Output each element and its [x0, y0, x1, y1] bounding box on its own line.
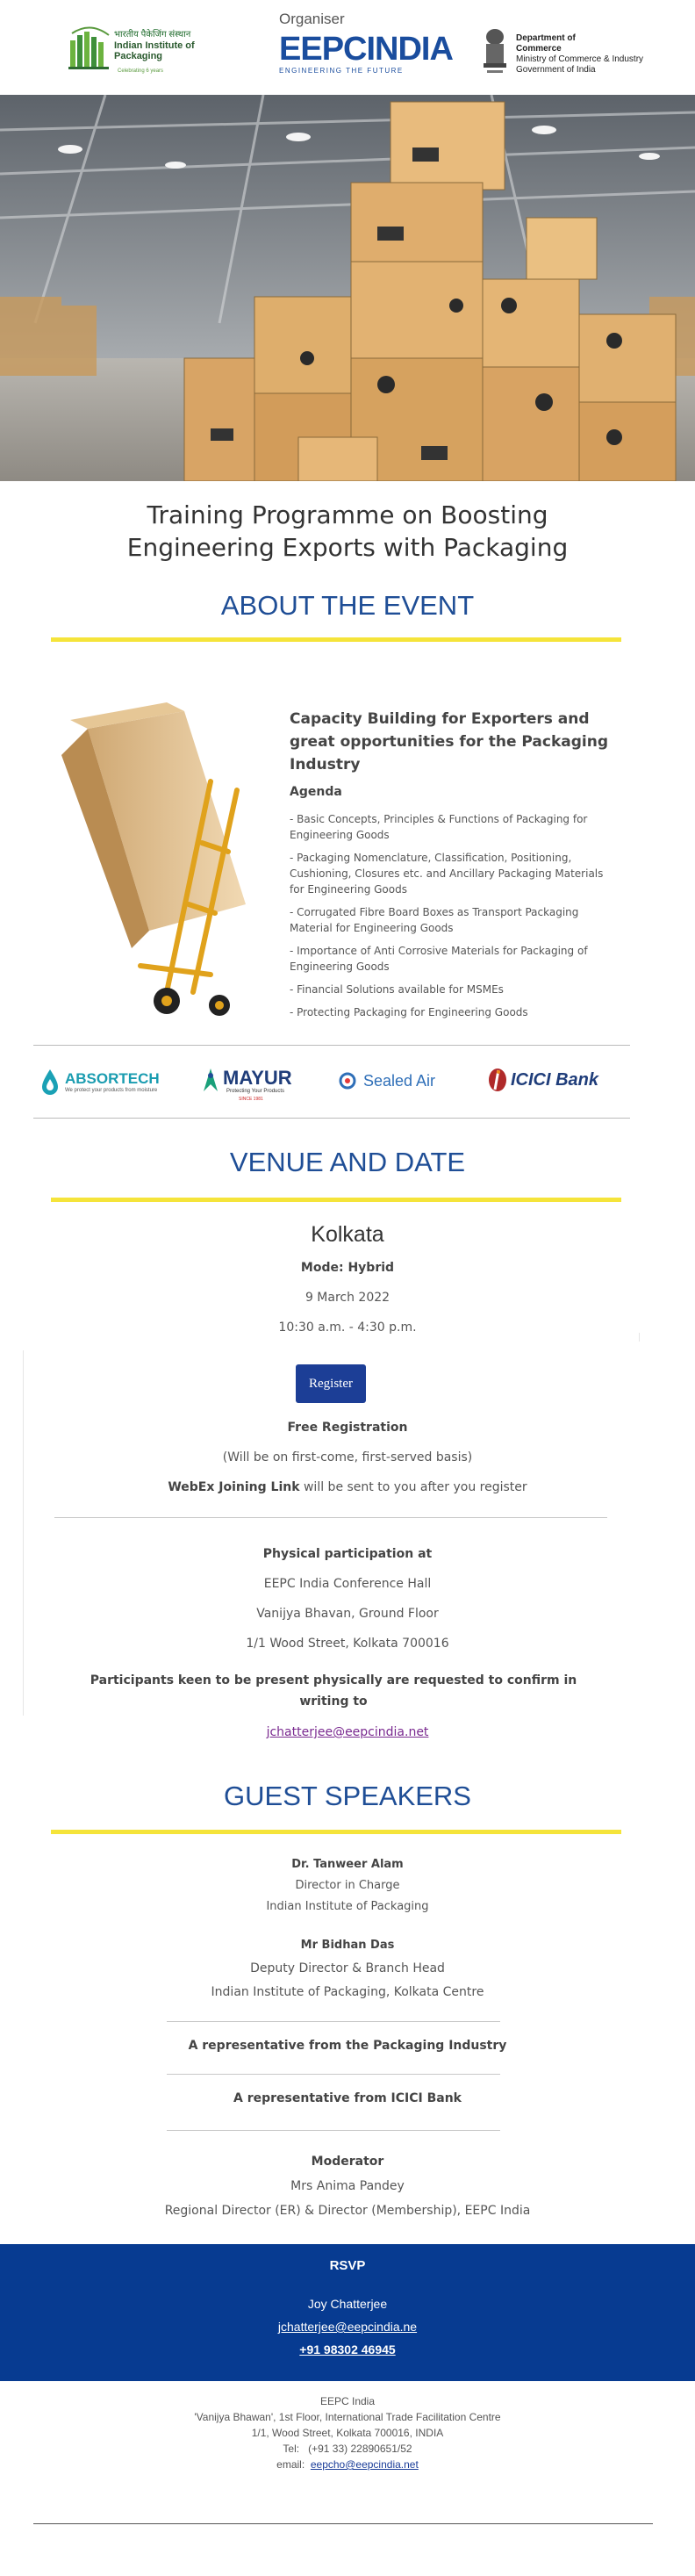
venue-address-3: 1/1 Wood Street, Kolkata 700016 — [246, 1637, 449, 1651]
first-come-note: (Will be on first-come, first-served bas… — [222, 1450, 473, 1464]
physical-label: Physical participation at — [262, 1547, 433, 1561]
speakers-heading: GUEST SPEAKERS — [224, 1781, 471, 1811]
webex-note: WebEx Joining Link will be sent to you a… — [168, 1480, 527, 1494]
venue-address-2: Vanijya Bhavan, Ground Floor — [256, 1607, 439, 1621]
footer-email: email: eepcho@eepcindia.net — [276, 2458, 419, 2471]
agenda-item: - Importance of Anti Corrosive Materials… — [290, 945, 588, 973]
rsvp-title: RSVP — [329, 2258, 366, 2273]
venue-date: 9 March 2022 — [305, 1291, 390, 1305]
venue-city: Kolkata — [311, 1222, 384, 1247]
confirm-email-link[interactable]: jchatterjee@eepcindia.net — [267, 1725, 429, 1739]
national-emblem-icon — [484, 29, 506, 73]
icici-icon — [489, 1069, 506, 1091]
water-drop-icon — [42, 1069, 58, 1095]
iip-text: भारतीय पैकेजिंग संस्थान Indian Institute… — [114, 30, 195, 61]
department-text: Department of Commerce Ministry of Comme… — [516, 33, 644, 75]
about-subheading: Capacity Building for Exporters and grea… — [290, 710, 609, 774]
venue-mode: Mode: Hybrid — [300, 1261, 395, 1275]
eepc-logo: EEPCINDIA ENGINEERING THE FUTURE — [279, 31, 454, 75]
agenda-item: - Corrugated Fibre Board Boxes as Transp… — [290, 906, 579, 934]
iip-tagline: Celebrating 6 years — [118, 68, 164, 74]
footer-address-1: 'Vanijya Bhawan', 1st Floor, Internation… — [194, 2411, 501, 2423]
header-logos: भारतीय पैकेजिंग संस्थान Indian Institute… — [0, 0, 695, 95]
rsvp-phone-link[interactable]: +91 98302 46945 — [0, 2342, 695, 2357]
speaker-icici-rep: A representative from ICICI Bank — [233, 2091, 462, 2105]
box-on-hand-truck-image — [35, 702, 272, 1027]
footer-tel: Tel: (+91 33) 22890651/52 — [283, 2443, 412, 2455]
sealed-air-logo: Sealed Air — [337, 1061, 469, 1102]
hand-truck-illustration — [61, 702, 246, 1016]
speaker-tanweer-alam: Dr. Tanweer Alam Director in Charge Indi… — [266, 1858, 429, 1913]
rsvp-email-link[interactable]: jchatterjee@eepcindia.ne — [0, 2320, 695, 2334]
venue-left-border — [23, 1350, 24, 1716]
agenda-item: - Basic Concepts, Principles & Functions… — [290, 813, 588, 841]
iip-logo: भारतीय पैकेजिंग संस्थान Indian Institute… — [68, 25, 226, 77]
sponsor-logos: ABSORTECH We protect your products from … — [33, 1045, 630, 1119]
peacock-icon — [204, 1069, 218, 1091]
organiser-label: Organiser — [279, 11, 345, 27]
footer-email-link[interactable]: eepcho@eepcindia.net — [311, 2458, 419, 2471]
speaker-bidhan-das: Mr Bidhan Das Deputy Director & Branch H… — [211, 1939, 484, 1999]
sealed-air-icon — [339, 1072, 356, 1090]
about-heading: ABOUT THE EVENT — [220, 590, 475, 621]
absortech-logo: ABSORTECH We protect your products from … — [40, 1061, 168, 1102]
speaker-packaging-rep: A representative from the Packaging Indu… — [188, 2039, 507, 2053]
moderator: Moderator Mrs Anima Pandey Regional Dire… — [164, 2155, 531, 2218]
agenda-item: - Packaging Nomenclature, Classification… — [290, 852, 604, 896]
register-button[interactable]: Register — [296, 1364, 366, 1403]
speaker-separator — [167, 2130, 500, 2131]
agenda-label: Agenda — [290, 785, 342, 799]
footer-address-2: 1/1, Wood Street, Kolkata 700016, INDIA — [251, 2427, 444, 2439]
speakers-divider — [51, 1830, 621, 1834]
about-content: Capacity Building for Exporters and grea… — [290, 708, 614, 1027]
hero-warehouse-boxes-image — [0, 95, 695, 481]
venue-time: 10:30 a.m. - 4:30 p.m. — [278, 1320, 417, 1335]
venue-heading: VENUE AND DATE — [229, 1147, 466, 1177]
agenda-list: - Basic Concepts, Principles & Functions… — [290, 811, 614, 1020]
department-of-commerce-logo: Department of Commerce Ministry of Comme… — [479, 26, 646, 79]
warehouse-boxes-illustration — [0, 95, 695, 481]
iip-emblem-icon — [68, 26, 110, 69]
page-title: Training Programme on Boosting Engineeri… — [126, 500, 569, 562]
speaker-separator — [167, 2074, 500, 2075]
footer-org: EEPC India — [319, 2395, 376, 2407]
venue-divider — [51, 1198, 621, 1202]
footer-divider — [33, 2523, 653, 2524]
venue-separator — [54, 1517, 607, 1518]
icici-bank-logo: ICICI Bank — [486, 1061, 618, 1102]
rsvp-contact-name: Joy Chatterjee — [307, 2297, 388, 2311]
speaker-separator — [167, 2021, 500, 2022]
venue-address-1: EEPC India Conference Hall — [263, 1577, 432, 1591]
agenda-item: - Financial Solutions available for MSME… — [290, 983, 504, 996]
confirm-email: jchatterjee@eepcindia.net — [0, 1723, 695, 1739]
about-divider — [51, 637, 621, 642]
footer: EEPC India 'Vanijya Bhawan', 1st Floor, … — [0, 2393, 695, 2472]
rsvp-panel: RSVP Joy Chatterjee jchatterjee@eepcindi… — [0, 2244, 695, 2381]
mayur-logo: MAYUR Protecting Your Products SINCE 198… — [200, 1061, 305, 1102]
confirm-note: Participants keen to be present physical… — [90, 1673, 577, 1709]
agenda-item: - Protecting Packaging for Engineering G… — [290, 1006, 528, 1018]
free-registration: Free Registration — [287, 1421, 408, 1435]
